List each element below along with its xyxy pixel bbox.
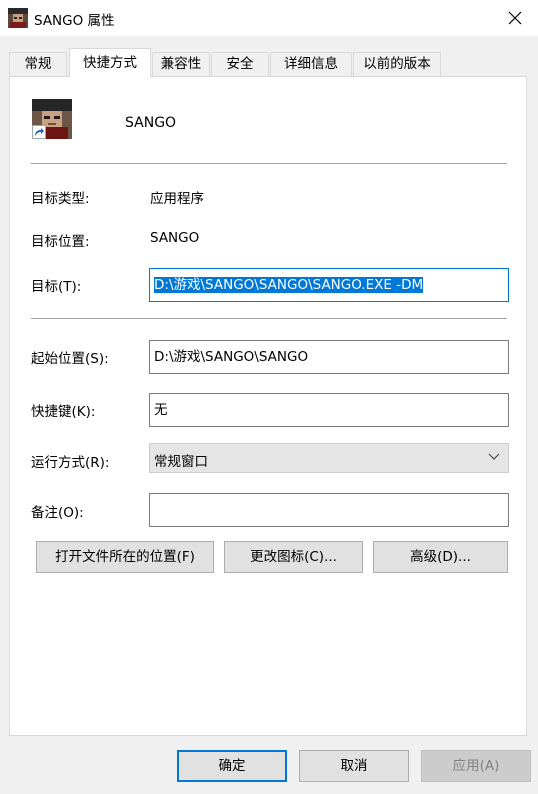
shortcut-panel: SANGO 目标类型: 应用程序 目标位置: SANGO 目标(T): D:\游… — [9, 76, 527, 736]
target-type-value: 应用程序 — [150, 191, 204, 207]
app-icon — [8, 8, 28, 28]
comment-input[interactable] — [149, 493, 509, 527]
separator — [31, 318, 507, 319]
title-bar: SANGO 属性 — [0, 0, 538, 36]
hotkey-input[interactable]: 无 — [149, 393, 509, 427]
cancel-button[interactable]: 取消 — [299, 750, 409, 782]
shortcut-arrow-icon — [32, 125, 46, 139]
hotkey-label: 快捷键(K): — [31, 404, 96, 420]
open-file-location-button[interactable]: 打开文件所在的位置(F) — [36, 541, 214, 573]
shortcut-name: SANGO — [125, 115, 177, 131]
close-icon — [508, 11, 522, 25]
close-button[interactable] — [492, 0, 538, 36]
apply-button[interactable]: 应用(A) — [421, 750, 531, 782]
shortcut-icon — [32, 99, 72, 139]
tab-previous-versions[interactable]: 以前的版本 — [353, 52, 441, 76]
comment-label: 备注(O): — [31, 505, 84, 521]
change-icon-button[interactable]: 更改图标(C)... — [224, 541, 363, 573]
start-in-label: 起始位置(S): — [31, 351, 109, 367]
target-input-text: D:\游戏\SANGO\SANGO\SANGO.EXE -DM — [154, 277, 424, 293]
separator — [31, 163, 507, 164]
run-label: 运行方式(R): — [31, 455, 110, 471]
tab-security[interactable]: 安全 — [211, 52, 269, 76]
target-input[interactable]: D:\游戏\SANGO\SANGO\SANGO.EXE -DM — [149, 268, 509, 302]
start-in-input[interactable]: D:\游戏\SANGO\SANGO — [149, 340, 509, 374]
target-type-label: 目标类型: — [31, 191, 90, 207]
tab-shortcut[interactable]: 快捷方式 — [69, 48, 151, 77]
run-select[interactable]: 常规窗口 — [149, 443, 509, 473]
chevron-down-icon — [488, 453, 500, 460]
tab-details[interactable]: 详细信息 — [270, 52, 352, 76]
window-title: SANGO 属性 — [34, 13, 115, 29]
tab-general[interactable]: 常规 — [9, 52, 67, 76]
ok-button[interactable]: 确定 — [177, 750, 287, 782]
target-location-value: SANGO — [150, 230, 200, 246]
tab-strip: 常规 快捷方式 兼容性 安全 详细信息 以前的版本 — [0, 48, 538, 77]
tab-compatibility[interactable]: 兼容性 — [152, 52, 210, 76]
target-location-label: 目标位置: — [31, 234, 90, 250]
run-select-value: 常规窗口 — [154, 454, 208, 470]
advanced-button[interactable]: 高级(D)... — [373, 541, 508, 573]
target-label: 目标(T): — [31, 279, 82, 295]
